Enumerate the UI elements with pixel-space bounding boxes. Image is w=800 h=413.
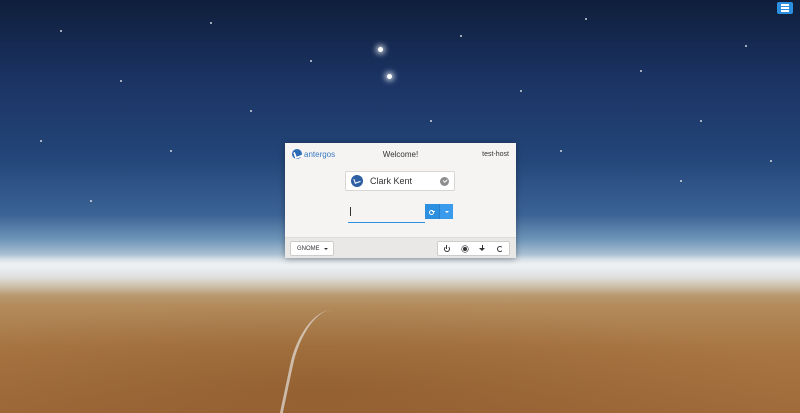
wallpaper-sand-shadow bbox=[0, 300, 800, 413]
star bbox=[520, 90, 522, 92]
password-row bbox=[348, 204, 453, 223]
star bbox=[700, 120, 702, 122]
shutdown-button[interactable] bbox=[438, 242, 456, 255]
session-select[interactable]: GNOME bbox=[290, 241, 334, 256]
antergos-logo-icon bbox=[292, 149, 302, 159]
star bbox=[210, 22, 212, 24]
menu-line bbox=[781, 7, 789, 9]
star bbox=[387, 74, 392, 79]
session-label: GNOME bbox=[297, 245, 320, 252]
dialog-header: antergos Welcome! test-host bbox=[285, 143, 516, 165]
restart-button[interactable] bbox=[491, 242, 509, 255]
star bbox=[680, 180, 682, 182]
star bbox=[430, 120, 432, 122]
hamburger-menu-icon[interactable] bbox=[777, 2, 793, 14]
caret-down-icon bbox=[324, 247, 328, 250]
power-button-group bbox=[437, 241, 510, 256]
brand-name: antergos bbox=[304, 149, 336, 159]
power-icon bbox=[443, 244, 450, 252]
login-dialog: antergos Welcome! test-host Clark Kent G… bbox=[285, 143, 516, 258]
star bbox=[378, 47, 383, 52]
menu-line bbox=[781, 10, 789, 12]
star bbox=[560, 150, 562, 152]
user-name: Clark Kent bbox=[370, 176, 413, 186]
star bbox=[460, 35, 462, 37]
hostname: test-host bbox=[482, 150, 509, 158]
menu-line bbox=[781, 4, 789, 6]
star bbox=[40, 140, 42, 142]
brand: antergos bbox=[292, 149, 335, 159]
suspend-button[interactable] bbox=[456, 242, 474, 255]
antergos-avatar-icon bbox=[351, 175, 363, 187]
dialog-footer: GNOME bbox=[285, 237, 516, 258]
login-button[interactable] bbox=[425, 204, 439, 219]
login-options-dropdown[interactable] bbox=[439, 204, 453, 219]
wallpaper-sea-haze bbox=[0, 255, 800, 295]
check-icon bbox=[440, 176, 449, 186]
star bbox=[250, 110, 252, 112]
star bbox=[120, 80, 122, 82]
password-input[interactable] bbox=[348, 207, 425, 223]
star bbox=[585, 18, 587, 20]
star bbox=[90, 200, 92, 202]
sun-icon bbox=[462, 246, 467, 251]
star bbox=[745, 45, 747, 47]
user-selector[interactable]: Clark Kent bbox=[345, 171, 455, 191]
caret-down-icon bbox=[444, 210, 449, 213]
star bbox=[310, 60, 312, 62]
password-wrapper bbox=[348, 204, 425, 223]
star bbox=[640, 70, 642, 72]
star bbox=[770, 160, 772, 162]
text-caret bbox=[350, 207, 351, 216]
restart-icon bbox=[497, 245, 504, 252]
hibernate-button[interactable] bbox=[474, 242, 492, 255]
star bbox=[170, 150, 172, 152]
key-icon bbox=[429, 209, 435, 215]
arrow-down-icon bbox=[479, 245, 486, 251]
star bbox=[60, 30, 62, 32]
